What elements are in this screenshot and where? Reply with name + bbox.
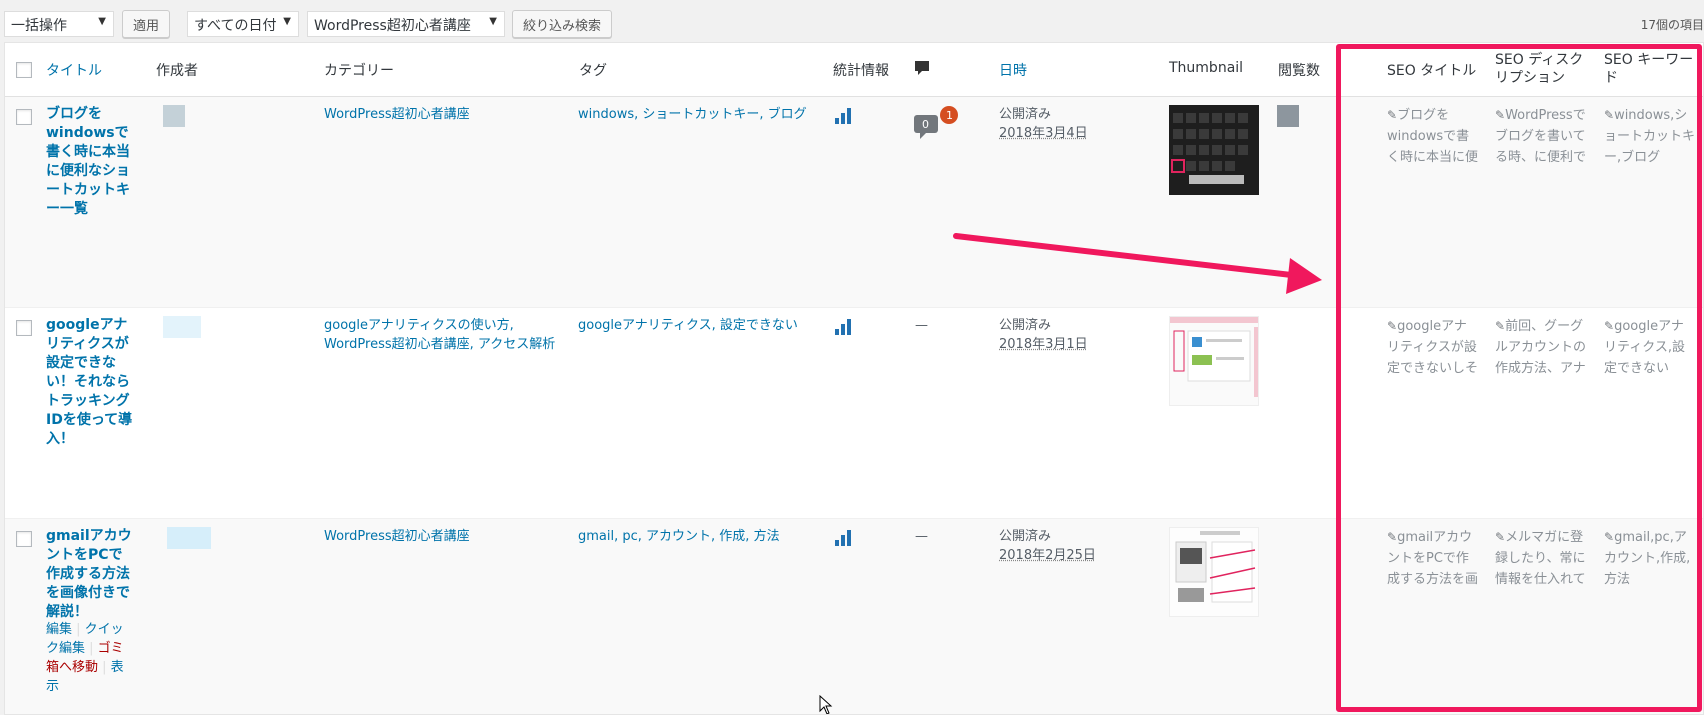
post-date: 2018年3月4日 bbox=[999, 126, 1088, 141]
post-date: 2018年2月25日 bbox=[999, 548, 1096, 563]
row-checkbox[interactable] bbox=[16, 320, 32, 336]
column-date[interactable]: 日時 bbox=[999, 60, 1027, 80]
post-title-link[interactable]: ブログをwindowsで書く時に本当に便利なショートカットキー一覧 bbox=[46, 105, 136, 219]
stats-bar-icon[interactable] bbox=[835, 108, 853, 124]
seo-keywords-text: windows,ショートカットキー,ブログ bbox=[1604, 108, 1696, 165]
row-checkbox[interactable] bbox=[16, 109, 32, 125]
seo-description-value[interactable]: ✎メルマガに登録したり、常に情報を仕入れておきた bbox=[1495, 527, 1587, 593]
filter-button[interactable]: 絞り込み検索 bbox=[512, 10, 613, 38]
author-avatar[interactable] bbox=[167, 527, 211, 549]
comment-pending-count: 1 bbox=[946, 109, 953, 122]
post-status: 公開済み bbox=[999, 107, 1052, 122]
column-seo-title: SEO タイトル bbox=[1387, 63, 1477, 79]
comment-approved-count: 0 bbox=[922, 118, 929, 131]
category-filter-select[interactable]: WordPress超初心者講座 ▼ bbox=[307, 11, 505, 37]
pencil-icon: ✎ bbox=[1495, 530, 1506, 544]
post-tags[interactable]: windows, ショートカットキー, ブログ bbox=[578, 105, 818, 124]
author-avatar[interactable] bbox=[163, 105, 185, 127]
table-row: googleアナリティクスが設定できない！それならトラッキングIDを使って導入！… bbox=[5, 308, 1703, 519]
seo-description-text: WordPressでブログを書いてる時、に便利で覚え bbox=[1495, 108, 1587, 165]
post-categories[interactable]: googleアナリティクスの使い方, WordPress超初心者講座, アクセス… bbox=[324, 316, 569, 354]
column-stats: 統計情報 bbox=[833, 63, 889, 79]
seo-title-value[interactable]: ✎googleアナリティクスが設定できないしそれなら bbox=[1387, 316, 1479, 382]
pencil-icon: ✎ bbox=[1604, 530, 1615, 544]
date-filter-select[interactable]: すべての日付 ▼ bbox=[187, 11, 299, 37]
seo-description-text: メルマガに登録したり、常に情報を仕入れておきた bbox=[1495, 530, 1586, 587]
mouse-cursor-icon bbox=[819, 694, 833, 714]
tablenav-top: 一括操作 ▼ 適用 すべての日付 ▼ WordPress超初心者講座 ▼ 絞り込… bbox=[0, 0, 1704, 42]
seo-description-value[interactable]: ✎WordPressでブログを書いてる時、に便利で覚え bbox=[1495, 105, 1587, 171]
item-count: 17個の項目 bbox=[1640, 18, 1704, 32]
pencil-icon: ✎ bbox=[1604, 108, 1615, 122]
row-actions: 編集 | クイック編集 | ゴミ箱へ移動 | 表示 bbox=[46, 622, 124, 694]
seo-keywords-text: gmail,pc,アカウント,作成,方法 bbox=[1604, 530, 1691, 587]
comment-bubble-icon bbox=[914, 60, 930, 80]
column-title[interactable]: タイトル bbox=[46, 60, 102, 80]
pencil-icon: ✎ bbox=[1495, 108, 1506, 122]
column-seo-keywords: SEO キーワード bbox=[1604, 52, 1694, 86]
pencil-icon: ✎ bbox=[1495, 319, 1506, 333]
bulk-action-value: 一括操作 bbox=[11, 18, 67, 34]
seo-title-value[interactable]: ✎ブログをwindowsで書く時に本当に便利なショ bbox=[1387, 105, 1479, 171]
seo-description-text: 前回、グーグルアカウントの作成方法、アナリテ bbox=[1495, 319, 1587, 376]
post-tags[interactable]: googleアナリティクス, 設定できない bbox=[578, 316, 818, 335]
table-row: gmailアカウントをPCで作成する方法を画像付きで解説！ 編集 | クイック編… bbox=[5, 519, 1703, 714]
seo-description-value[interactable]: ✎前回、グーグルアカウントの作成方法、アナリテ bbox=[1495, 316, 1587, 382]
post-tags[interactable]: gmail, pc, アカウント, 作成, 方法 bbox=[578, 527, 818, 546]
apply-button[interactable]: 適用 bbox=[122, 10, 171, 38]
edit-link[interactable]: 編集 bbox=[46, 622, 72, 637]
bulk-action-select[interactable]: 一括操作 ▼ bbox=[4, 11, 114, 37]
pencil-icon: ✎ bbox=[1387, 530, 1398, 544]
post-thumbnail[interactable] bbox=[1169, 316, 1259, 406]
seo-keywords-value[interactable]: ✎gmail,pc,アカウント,作成,方法 bbox=[1604, 527, 1696, 593]
post-title-link[interactable]: gmailアカウントをPCで作成する方法を画像付きで解説！ bbox=[46, 527, 136, 622]
column-views: 閲覧数 bbox=[1278, 63, 1320, 79]
post-thumbnail[interactable] bbox=[1169, 527, 1259, 617]
post-thumbnail[interactable] bbox=[1169, 105, 1259, 195]
column-author: 作成者 bbox=[156, 63, 198, 79]
seo-keywords-text: googleアナリティクス,設定できない bbox=[1604, 319, 1685, 376]
seo-keywords-value[interactable]: ✎windows,ショートカットキー,ブログ bbox=[1604, 105, 1696, 171]
seo-title-text: ブログをwindowsで書く時に本当に便利なショ bbox=[1387, 108, 1479, 165]
table-header: タイトル 作成者 カテゴリー タグ 統計情報 日時 Thumbnail 閲覧数 … bbox=[5, 43, 1703, 97]
views-placeholder bbox=[1277, 105, 1299, 127]
column-categories: カテゴリー bbox=[324, 63, 394, 79]
pencil-icon: ✎ bbox=[1387, 108, 1398, 122]
column-thumbnail: Thumbnail bbox=[1169, 60, 1244, 76]
post-status: 公開済み bbox=[999, 529, 1052, 544]
post-categories[interactable]: WordPress超初心者講座 bbox=[324, 527, 564, 546]
column-seo-description: SEO ディスクリプション bbox=[1495, 52, 1584, 86]
posts-table: タイトル 作成者 カテゴリー タグ 統計情報 日時 Thumbnail 閲覧数 … bbox=[4, 42, 1704, 715]
post-status: 公開済み bbox=[999, 318, 1052, 333]
comment-count: — bbox=[915, 318, 928, 333]
column-tags: タグ bbox=[579, 63, 607, 79]
date-filter-value: すべての日付 bbox=[194, 18, 277, 34]
seo-title-text: googleアナリティクスが設定できないしそれなら bbox=[1387, 319, 1479, 376]
seo-title-text: gmailアカウントをPCで作成する方法を画像付きで bbox=[1387, 530, 1479, 587]
comment-count[interactable]: 0 1 bbox=[912, 105, 972, 145]
post-categories[interactable]: WordPress超初心者講座 bbox=[324, 105, 564, 124]
post-title-link[interactable]: googleアナリティクスが設定できない！それならトラッキングIDを使って導入！ bbox=[46, 316, 136, 449]
category-filter-value: WordPress超初心者講座 bbox=[314, 18, 471, 34]
row-checkbox[interactable] bbox=[16, 531, 32, 547]
stats-bar-icon[interactable] bbox=[835, 319, 853, 335]
pencil-icon: ✎ bbox=[1604, 319, 1615, 333]
seo-keywords-value[interactable]: ✎googleアナリティクス,設定できない bbox=[1604, 316, 1696, 382]
chevron-down-icon: ▼ bbox=[283, 16, 291, 27]
pencil-icon: ✎ bbox=[1387, 319, 1398, 333]
comment-count: — bbox=[915, 529, 928, 544]
table-row: ブログをwindowsで書く時に本当に便利なショートカットキー一覧 WordPr… bbox=[5, 97, 1703, 308]
chevron-down-icon: ▼ bbox=[98, 16, 106, 27]
select-all-checkbox[interactable] bbox=[16, 62, 32, 78]
seo-title-value[interactable]: ✎gmailアカウントをPCで作成する方法を画像付きで bbox=[1387, 527, 1479, 593]
chevron-down-icon: ▼ bbox=[489, 16, 497, 27]
stats-bar-icon[interactable] bbox=[835, 530, 853, 546]
post-date: 2018年3月1日 bbox=[999, 337, 1088, 352]
author-avatar[interactable] bbox=[163, 316, 201, 338]
